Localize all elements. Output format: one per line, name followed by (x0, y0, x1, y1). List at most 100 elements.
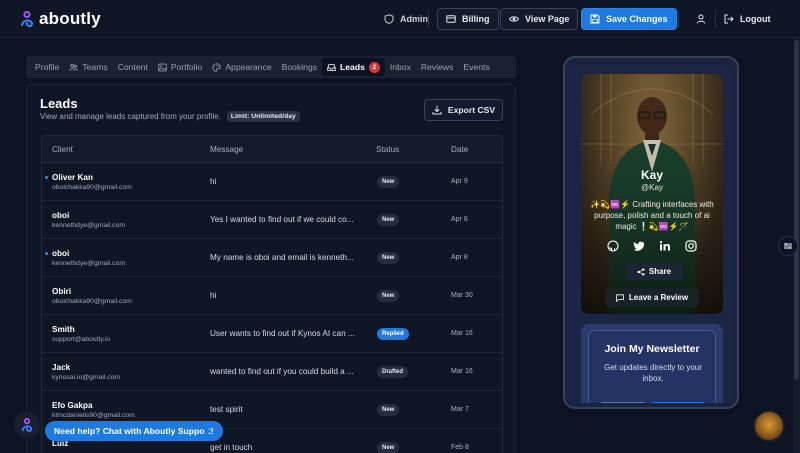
status-badge: New (377, 176, 400, 188)
newsletter-subscribe-button[interactable] (650, 402, 706, 403)
tab-label: Events (463, 62, 490, 72)
leads-panel: Leads View and manage leads captured fro… (26, 84, 516, 453)
table-row[interactable]: Obiri oboichakka90@gmail.com hi New Mar 30 (42, 277, 502, 315)
view-page-button[interactable]: View Page (500, 8, 579, 30)
avatar[interactable] (753, 410, 785, 442)
linkedin-icon[interactable] (659, 240, 671, 252)
page-title: Leads (40, 96, 78, 111)
instagram-icon[interactable] (685, 240, 697, 252)
support-chat-button[interactable]: Need help? Chat with Aboutly Support! (45, 421, 223, 441)
column-header-date: Date (451, 145, 469, 154)
client-name: Efo Gakpa (52, 401, 93, 410)
client-email: oboichakka90@gmail.com (52, 298, 132, 305)
save-icon (590, 14, 600, 24)
page-subtitle: View and manage leads captured from your… (40, 111, 300, 122)
status-badge: Replied (377, 328, 409, 340)
tab-leads[interactable]: Leads 2 (322, 58, 385, 76)
status-badge: New (377, 214, 400, 226)
logout-label: Logout (740, 14, 771, 24)
tab-appearance[interactable]: Appearance (207, 58, 276, 76)
tab-label: Profile (35, 62, 60, 72)
tab-profile[interactable]: Profile (30, 58, 64, 76)
lead-message: wanted to find out if you could build a … (210, 367, 354, 376)
table-row[interactable]: Smith support@aboutly.io User wants to fin… (42, 315, 502, 353)
tab-content[interactable]: Content (113, 58, 153, 76)
side-tool-button[interactable] (778, 236, 798, 256)
lead-date: Mar 16 (451, 368, 473, 375)
palette-icon (212, 62, 221, 72)
leads-table: Client Message Status Date Oliver Kan obo… (41, 135, 503, 453)
leave-review-button[interactable]: Leave a Review (605, 288, 699, 307)
twitter-icon[interactable] (633, 240, 645, 252)
limit-badge: Limit: Unlimited/day (226, 111, 300, 122)
app-logo[interactable]: aboutly (20, 9, 101, 29)
table-row[interactable]: Oliver Kan oboichakka90@gmail.com hi New Apr… (42, 163, 502, 201)
social-links (581, 240, 723, 252)
account-button[interactable] (688, 8, 714, 30)
client-name: Jack (52, 363, 71, 372)
tab-label: Teams (82, 62, 108, 72)
column-header-message: Message (210, 145, 244, 154)
client-name: Obiri (52, 287, 72, 296)
admin-button[interactable]: Admin (376, 8, 436, 30)
column-header-client: Client (52, 145, 73, 154)
table-row[interactable]: oboi kennethdye@gmail.com Yes I wanted to … (42, 201, 502, 239)
client-email: kennethdye@gmail.com (52, 222, 126, 229)
status-badge: Drafted (377, 366, 409, 378)
tab-label: Inbox (389, 62, 411, 72)
tab-label: Bookings (281, 62, 318, 72)
app-name: aboutly (39, 9, 101, 28)
image-icon (158, 63, 167, 71)
tab-inbox[interactable]: Inbox (385, 58, 416, 76)
client-name: oboi (52, 249, 70, 258)
user-icon (696, 14, 706, 24)
tab-label: Reviews (420, 62, 454, 72)
aboutly-logo-icon (21, 418, 33, 432)
save-changes-label: Save Changes (606, 14, 668, 24)
header-divider (678, 10, 679, 28)
newsletter-card: Join My Newsletter Get updates directly … (581, 324, 723, 403)
billing-button[interactable]: Billing (437, 8, 499, 30)
profile-handle: @Kay (641, 183, 663, 192)
github-icon[interactable] (607, 240, 619, 252)
tab-label: Appearance (225, 62, 272, 72)
newsletter-subtitle: Get updates directly to your inbox. (604, 363, 702, 383)
tab-reviews[interactable]: Reviews (416, 58, 458, 76)
client-email: ktmcdaniells90@gmail.com (52, 412, 135, 419)
top-header: aboutly Admin Billing View Page Save Cha… (0, 0, 800, 38)
client-name: Oliver Kan (52, 173, 93, 182)
client-email: oboichakka90@gmail.com (52, 184, 132, 191)
profile-bio: ✨💫♾️⚡ Crafting interfaces with purpose, … (590, 200, 714, 231)
aboutly-logo-icon (21, 11, 34, 27)
export-csv-button[interactable]: Export CSV (424, 99, 503, 121)
client-email: kynosai.io@gmail.com (52, 374, 121, 381)
scrollbar-thumb[interactable] (794, 40, 799, 380)
lead-date: Mar 30 (451, 292, 473, 299)
share-button[interactable]: Share (625, 263, 683, 280)
tab-portfolio[interactable]: Portfolio (153, 58, 208, 76)
save-changes-button[interactable]: Save Changes (581, 8, 677, 30)
shield-icon (384, 14, 394, 24)
tab-events[interactable]: Events (458, 58, 494, 76)
table-body: Oliver Kan oboichakka90@gmail.com hi New Apr… (42, 163, 502, 453)
tab-teams[interactable]: Teams (64, 58, 112, 76)
profile-name: Kay (640, 168, 663, 182)
profile-card: Kay @Kay ✨💫♾️⚡ Crafting interfaces with … (581, 74, 723, 314)
lead-message: hi (210, 291, 217, 300)
logout-button[interactable]: Logout (716, 8, 779, 30)
support-logo-button[interactable] (14, 412, 40, 438)
table-row[interactable]: oboi kennethdye@gmail.com My name is oboi … (42, 239, 502, 277)
newsletter-email-input[interactable] (600, 402, 646, 403)
table-row[interactable]: Jack kynosai.io@gmail.com wanted to find o… (42, 353, 502, 391)
client-name: oboi (52, 211, 70, 220)
admin-label: Admin (400, 14, 428, 24)
download-icon (432, 105, 442, 115)
tab-label: Portfolio (170, 62, 203, 72)
share-icon (637, 267, 645, 276)
tab-bookings[interactable]: Bookings (277, 58, 322, 76)
table-header: Client Message Status Date (42, 136, 502, 163)
unread-indicator (45, 176, 48, 179)
status-badge: New (377, 252, 400, 264)
eye-icon (509, 16, 519, 22)
view-page-label: View Page (525, 14, 570, 24)
